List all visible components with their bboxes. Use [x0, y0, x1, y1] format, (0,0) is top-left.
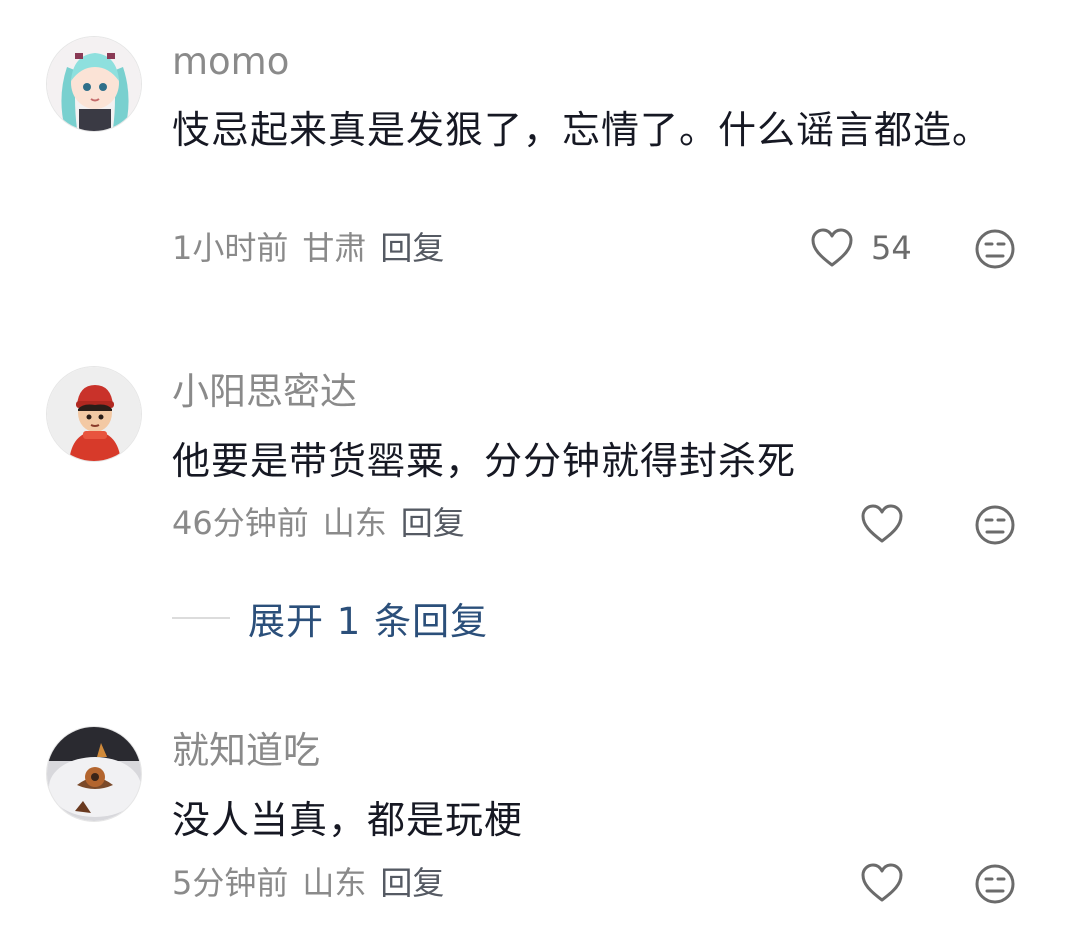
comment-location: 甘肃 — [302, 229, 367, 267]
user-avatar[interactable] — [46, 726, 142, 822]
reply-button[interactable]: 回复 — [380, 229, 444, 267]
heart-icon[interactable] — [860, 862, 904, 908]
comment-time: 46分钟前 — [172, 504, 309, 542]
comment-meta: 1小时前 甘肃 回复 — [172, 228, 458, 268]
neutral-face-icon[interactable] — [973, 227, 1017, 275]
comment-meta: 5分钟前 山东 回复 — [172, 863, 458, 903]
user-avatar[interactable] — [46, 366, 142, 462]
comment-time: 1小时前 — [172, 229, 289, 267]
reply-button[interactable]: 回复 — [401, 504, 465, 542]
comment-username[interactable]: 就知道吃 — [172, 729, 320, 773]
heart-icon[interactable] — [810, 227, 854, 273]
comment-text: 忮忌起来真是发狠了，忘情了。什么谣言都造。 — [172, 108, 992, 152]
comment-username[interactable]: momo — [172, 40, 289, 84]
comment-username[interactable]: 小阳思密达 — [172, 370, 357, 414]
food-photo-avatar — [47, 727, 141, 821]
heart-icon[interactable] — [860, 503, 904, 549]
neutral-face-icon[interactable] — [973, 862, 1017, 910]
comment-time: 5分钟前 — [172, 864, 289, 902]
cartoon-boy-avatar — [47, 367, 141, 461]
divider-line — [172, 617, 230, 619]
anime-girl-avatar — [47, 37, 141, 131]
comment-text: 没人当真，都是玩梗 — [172, 798, 524, 842]
comment-text: 他要是带货罂粟，分分钟就得封杀死 — [172, 439, 797, 483]
expand-replies-button[interactable]: 展开 1 条回复 — [172, 592, 488, 644]
expand-replies-label[interactable]: 展开 1 条回复 — [248, 591, 488, 645]
comment-location: 山东 — [302, 864, 367, 902]
user-avatar[interactable] — [46, 36, 142, 132]
neutral-face-icon[interactable] — [973, 503, 1017, 551]
comment-meta: 46分钟前 山东 回复 — [172, 503, 479, 543]
like-count: 54 — [871, 229, 912, 267]
reply-button[interactable]: 回复 — [380, 864, 444, 902]
comment-location: 山东 — [322, 504, 387, 542]
